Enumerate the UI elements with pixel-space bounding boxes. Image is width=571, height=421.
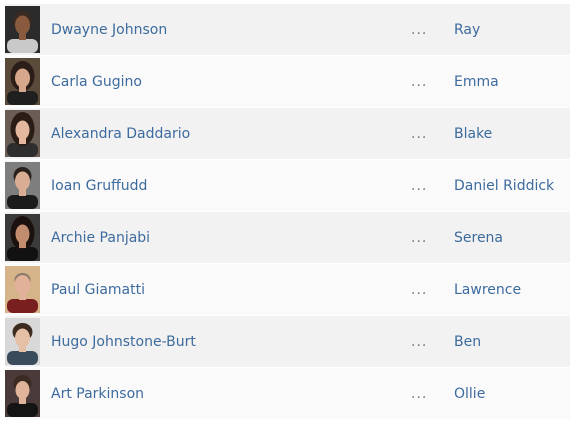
cast-row: Archie Panjabi ... Serena: [5, 212, 570, 263]
actor-name-link[interactable]: Paul Giamatti: [51, 282, 411, 298]
actor-headshot-icon[interactable]: [5, 110, 40, 157]
actor-headshot-icon[interactable]: [5, 266, 40, 313]
actor-headshot-icon[interactable]: [5, 370, 40, 417]
separator-ellipsis: ...: [411, 281, 428, 298]
cast-row: Ioan Gruffudd ... Daniel Riddick: [5, 160, 570, 211]
separator-ellipsis: ...: [411, 385, 428, 402]
actor-headshot-icon[interactable]: [5, 162, 40, 209]
character-name-link[interactable]: Daniel Riddick: [454, 178, 554, 194]
actor-name-link[interactable]: Alexandra Daddario: [51, 126, 411, 142]
separator-ellipsis: ...: [411, 177, 428, 194]
actor-name-link[interactable]: Hugo Johnstone-Burt: [51, 334, 411, 350]
character-name-link[interactable]: Ollie: [454, 386, 485, 402]
cast-row: Paul Giamatti ... Lawrence: [5, 264, 570, 315]
cast-row: Carla Gugino ... Emma: [5, 56, 570, 107]
character-name-link[interactable]: Ray: [454, 22, 480, 38]
actor-name-link[interactable]: Ioan Gruffudd: [51, 178, 411, 194]
character-name-link[interactable]: Lawrence: [454, 282, 521, 298]
separator-ellipsis: ...: [411, 125, 428, 142]
actor-headshot-icon[interactable]: [5, 6, 40, 53]
character-name-link[interactable]: Emma: [454, 74, 499, 90]
actor-name-link[interactable]: Art Parkinson: [51, 386, 411, 402]
separator-ellipsis: ...: [411, 73, 428, 90]
separator-ellipsis: ...: [411, 21, 428, 38]
cast-row: Art Parkinson ... Ollie: [5, 368, 570, 419]
cast-list: Dwayne Johnson ... Ray Carla Gugino ... …: [0, 0, 571, 421]
actor-headshot-icon[interactable]: [5, 318, 40, 365]
cast-row: Alexandra Daddario ... Blake: [5, 108, 570, 159]
separator-ellipsis: ...: [411, 333, 428, 350]
actor-name-link[interactable]: Carla Gugino: [51, 74, 411, 90]
actor-headshot-icon[interactable]: [5, 58, 40, 105]
character-name-link[interactable]: Blake: [454, 126, 492, 142]
character-name-link[interactable]: Serena: [454, 230, 503, 246]
cast-row: Dwayne Johnson ... Ray: [5, 4, 570, 55]
cast-row: Hugo Johnstone-Burt ... Ben: [5, 316, 570, 367]
separator-ellipsis: ...: [411, 229, 428, 246]
actor-name-link[interactable]: Archie Panjabi: [51, 230, 411, 246]
actor-headshot-icon[interactable]: [5, 214, 40, 261]
character-name-link[interactable]: Ben: [454, 334, 481, 350]
actor-name-link[interactable]: Dwayne Johnson: [51, 22, 411, 38]
